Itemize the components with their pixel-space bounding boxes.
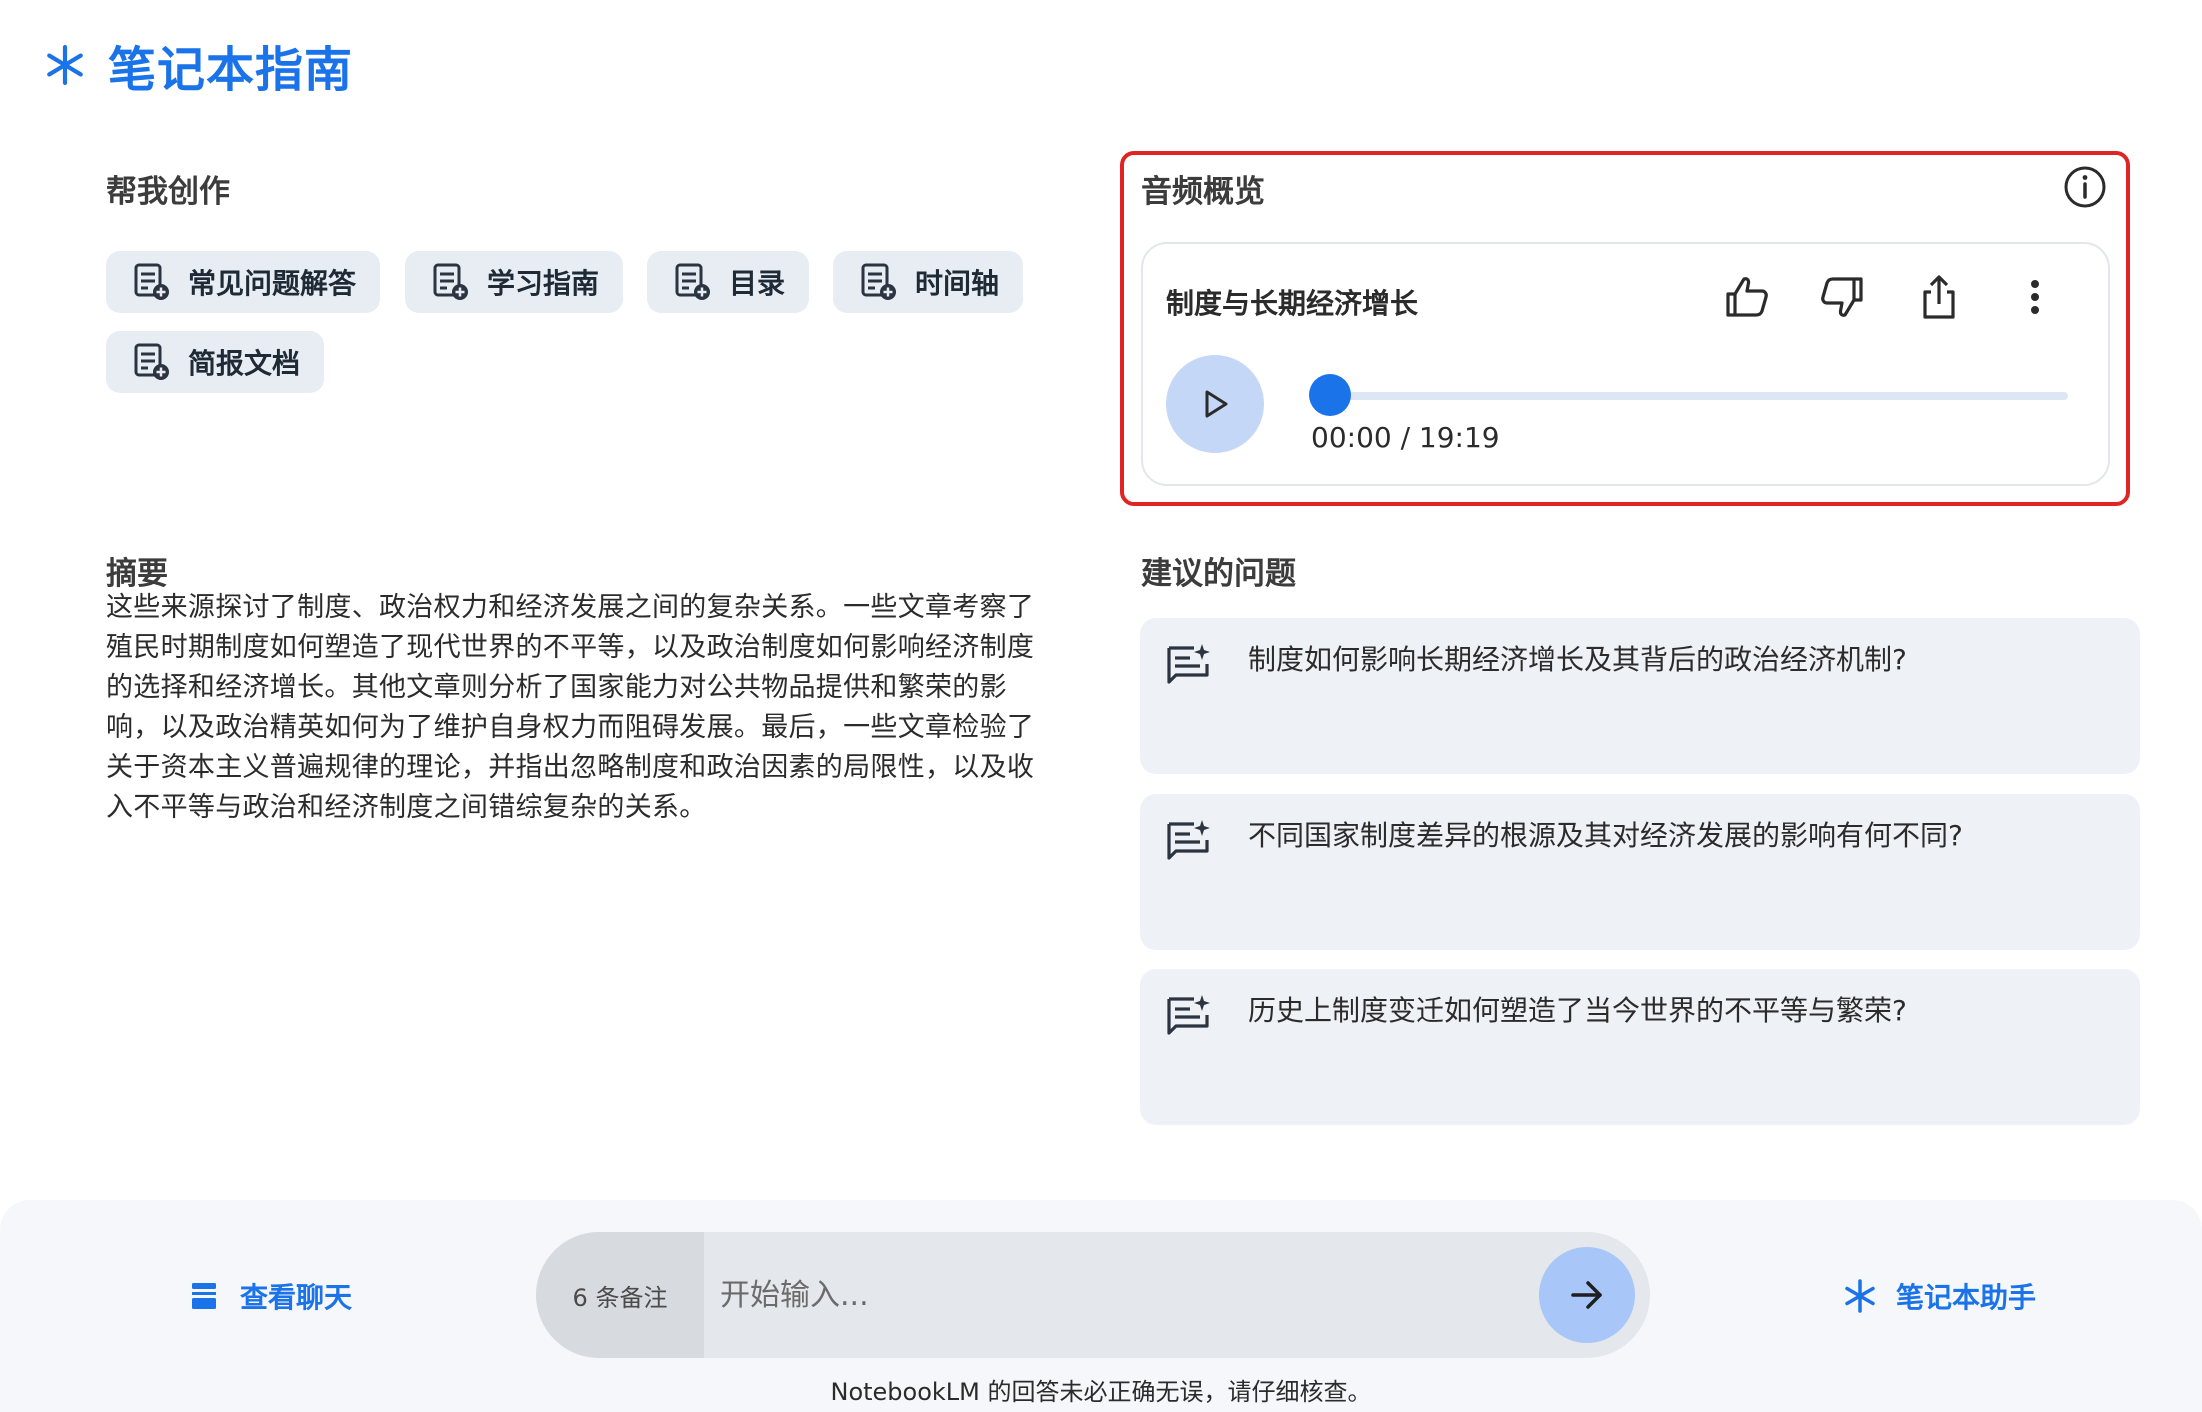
note-add-icon (134, 263, 169, 300)
suggested-question-card[interactable]: 历史上制度变迁如何塑造了当今世界的不平等与繁荣? (1140, 969, 2140, 1125)
note-add-icon (861, 263, 896, 300)
view-chat-label: 查看聊天 (240, 1281, 353, 1314)
play-icon (1205, 390, 1228, 418)
share-icon (1923, 275, 1955, 319)
summary-line: 关于资本主义普遍规律的理论，并指出忽略制度和政治因素的局限性，以及收 (106, 752, 1035, 783)
thumbs-down-icon (1821, 277, 1863, 317)
question-text: 不同国家制度差异的根源及其对经济发展的影响有何不同? (1248, 819, 1963, 852)
info-icon[interactable] (2062, 164, 2108, 210)
audio-progress-track[interactable] (1316, 392, 2068, 400)
sparkle-icon (1845, 1279, 1875, 1313)
audio-episode-title: 制度与长期经济增长 (1166, 287, 1419, 320)
thumbs-up-icon (1726, 277, 1768, 317)
toc-chip[interactable]: 目录 (647, 251, 810, 313)
notes-count-badge[interactable]: 6 条备注 (536, 1232, 704, 1358)
question-text: 制度如何影响长期经济增长及其背后的政治经济机制? (1248, 643, 1907, 676)
suggested-questions-title: 建议的问题 (1141, 556, 1296, 592)
thumbs-down-button[interactable] (1815, 270, 1869, 324)
suggested-question-card[interactable]: 不同国家制度差异的根源及其对经济发展的影响有何不同? (1140, 794, 2140, 950)
chip-label: 学习指南 (487, 267, 600, 300)
chip-label: 常见问题解答 (188, 267, 357, 300)
more-vert-icon (2031, 280, 2039, 314)
arrow-right-icon (1571, 1281, 1602, 1309)
thumbs-up-button[interactable] (1720, 270, 1774, 324)
summary-text: 这些来源探讨了制度、政治权力和经济发展之间的复杂关系。一些文章考察了 殖民时期制… (106, 588, 1076, 828)
suggested-question-card[interactable]: 制度如何影响长期经济增长及其背后的政治经济机制? (1140, 618, 2140, 774)
more-options-button[interactable] (2008, 270, 2062, 324)
chat-spark-icon (1167, 644, 1210, 684)
play-button[interactable] (1166, 355, 1264, 453)
send-button[interactable] (1539, 1247, 1635, 1343)
summary-line: 这些来源探讨了制度、政治权力和经济发展之间的复杂关系。一些文章考察了 (106, 592, 1035, 623)
summary-line: 殖民时期制度如何塑造了现代世界的不平等，以及政治制度如何影响经济制度 (106, 632, 1035, 663)
view-chat-button[interactable]: 查看聊天 (186, 1276, 352, 1316)
audio-time: 00:00 / 19:19 (1311, 421, 1500, 454)
chip-label: 目录 (729, 267, 786, 300)
notebook-assistant-button[interactable]: 笔记本助手 (1842, 1276, 2036, 1316)
notebook-guide-page: 笔记本指南 帮我创作 常见问题解答 学习指南 目录 时间轴 简报文档 摘要 这些… (0, 0, 2202, 1412)
summary-line: 的选择和经济增长。其他文章则分析了国家能力对公共物品提供和繁荣的影 (106, 672, 1007, 703)
page-title: 笔记本指南 (108, 42, 354, 98)
summary-line: 响，以及政治精英如何为了维护自身权力而阻碍发展。最后，一些文章检验了 (106, 712, 1035, 743)
study-guide-chip[interactable]: 学习指南 (405, 251, 624, 313)
sparkle-icon (47, 45, 83, 85)
share-button[interactable] (1912, 270, 1966, 324)
chip-label: 时间轴 (915, 267, 1000, 300)
summary-title: 摘要 (106, 556, 168, 592)
chat-spark-icon (1167, 995, 1210, 1035)
faq-chip[interactable]: 常见问题解答 (106, 251, 381, 313)
create-section-title: 帮我创作 (106, 174, 230, 210)
audio-overview-title: 音频概览 (1141, 174, 1265, 210)
chat-view-icon (192, 1283, 216, 1309)
timeline-chip[interactable]: 时间轴 (833, 251, 1024, 313)
chip-label: 简报文档 (188, 347, 301, 380)
question-text: 历史上制度变迁如何塑造了当今世界的不平等与繁荣? (1248, 994, 1907, 1027)
notebook-assistant-label: 笔记本助手 (1896, 1281, 2037, 1314)
audio-progress-thumb[interactable] (1309, 374, 1351, 416)
disclaimer-text: NotebookLM 的回答未必正确无误，请仔细核查。 (830, 1378, 1372, 1406)
summary-line: 入不平等与政治和经济制度之间错综复杂的关系。 (106, 792, 707, 823)
note-add-icon (433, 263, 468, 300)
chat-input-bar: 6 条备注 (536, 1232, 1650, 1358)
note-add-icon (675, 263, 710, 300)
page-header: 笔记本指南 (44, 30, 353, 100)
note-add-icon (134, 343, 169, 380)
chat-spark-icon (1167, 820, 1210, 860)
briefing-doc-chip[interactable]: 简报文档 (106, 331, 325, 393)
chat-input[interactable] (720, 1232, 1520, 1358)
